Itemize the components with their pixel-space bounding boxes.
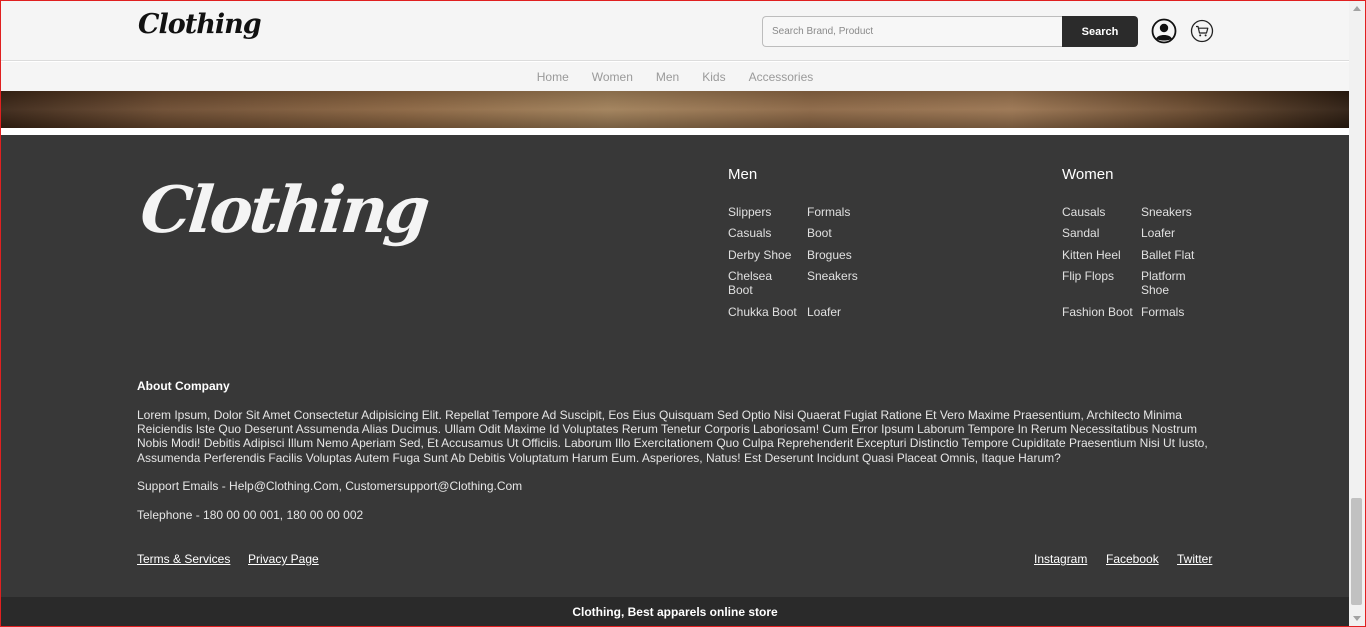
- instagram-link[interactable]: Instagram: [1034, 552, 1087, 566]
- footer-link[interactable]: Brogues: [807, 248, 852, 262]
- scroll-up-icon[interactable]: [1353, 6, 1361, 11]
- footer-link[interactable]: Formals: [1141, 305, 1184, 319]
- main-nav: Home Women Men Kids Accessories: [1, 62, 1349, 91]
- footer-link[interactable]: Kitten Heel: [1062, 248, 1121, 262]
- support-emails: Support Emails - Help@Clothing.Com, Cust…: [137, 479, 523, 493]
- nav-item-kids[interactable]: Kids: [702, 70, 725, 84]
- site-header: Clothing Search: [1, 1, 1349, 61]
- nav-item-women[interactable]: Women: [592, 70, 633, 84]
- search-button[interactable]: Search: [1062, 16, 1138, 47]
- header-logo[interactable]: Clothing: [138, 9, 262, 40]
- men-column-title: Men: [728, 166, 758, 183]
- footer-link[interactable]: Fashion Boot: [1062, 305, 1133, 319]
- nav-item-home[interactable]: Home: [537, 70, 569, 84]
- footer-link[interactable]: Formals: [807, 205, 850, 219]
- footer-link[interactable]: Sandal: [1062, 226, 1099, 240]
- site-footer: Clothing Men Slippers Casuals Derby Shoe…: [1, 135, 1349, 597]
- page-scrollbar[interactable]: [1349, 1, 1365, 626]
- about-company-text: Lorem Ipsum, Dolor Sit Amet Consectetur …: [137, 408, 1208, 465]
- hero-banner-image: [1, 91, 1349, 128]
- footer-link[interactable]: Boot: [807, 226, 832, 240]
- footer-link[interactable]: Loafer: [1141, 226, 1175, 240]
- footer-link[interactable]: Sneakers: [1141, 205, 1192, 219]
- nav-item-accessories[interactable]: Accessories: [749, 70, 814, 84]
- footer-link[interactable]: Casuals: [728, 226, 771, 240]
- scrollbar-thumb[interactable]: [1351, 498, 1362, 605]
- nav-item-men[interactable]: Men: [656, 70, 679, 84]
- women-column-title: Women: [1062, 166, 1114, 183]
- footer-link[interactable]: Loafer: [807, 305, 841, 319]
- scroll-down-icon[interactable]: [1353, 616, 1361, 621]
- footer-link[interactable]: Platform Shoe: [1141, 269, 1201, 297]
- footer-link[interactable]: Chelsea Boot: [728, 269, 788, 297]
- facebook-link[interactable]: Facebook: [1106, 552, 1159, 566]
- footer-link[interactable]: Derby Shoe: [728, 248, 791, 262]
- telephone-numbers: Telephone - 180 00 00 001, 180 00 00 002: [137, 508, 364, 522]
- privacy-link[interactable]: Privacy Page: [248, 552, 319, 566]
- copyright-bar: Clothing, Best apparels online store: [1, 597, 1349, 626]
- terms-link[interactable]: Terms & Services: [137, 552, 230, 566]
- footer-logo: Clothing: [137, 173, 431, 248]
- footer-link[interactable]: Ballet Flat: [1141, 248, 1194, 262]
- footer-link[interactable]: Chukka Boot: [728, 305, 797, 319]
- search-bar: Search: [762, 16, 1138, 47]
- footer-link[interactable]: Flip Flops: [1062, 269, 1114, 283]
- footer-link[interactable]: Slippers: [728, 205, 771, 219]
- user-icon[interactable]: [1151, 18, 1177, 44]
- search-input[interactable]: [762, 16, 1062, 47]
- footer-link[interactable]: Sneakers: [807, 269, 858, 283]
- footer-link[interactable]: Causals: [1062, 205, 1105, 219]
- twitter-link[interactable]: Twitter: [1177, 552, 1212, 566]
- about-company-title: About Company: [137, 379, 230, 393]
- cart-icon[interactable]: [1189, 18, 1215, 44]
